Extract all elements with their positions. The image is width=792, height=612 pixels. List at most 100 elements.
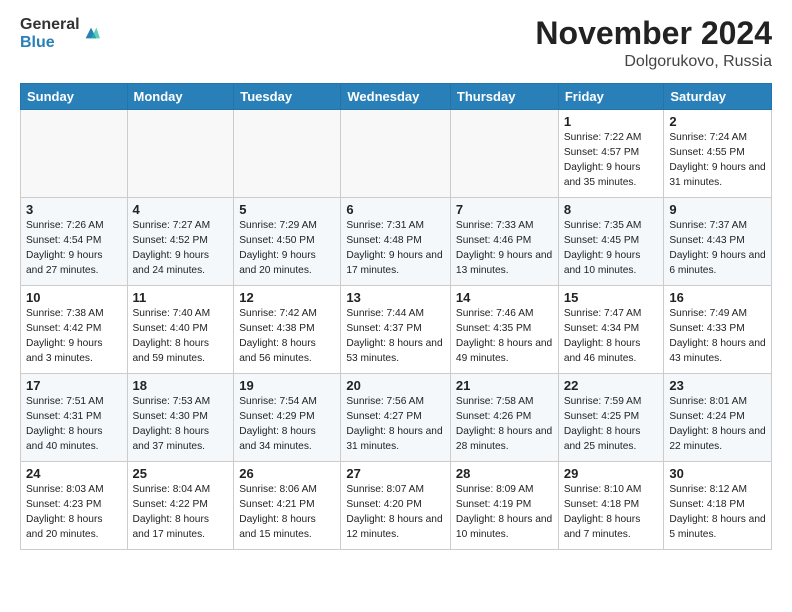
day-info: Sunrise: 7:51 AM Sunset: 4:31 PM Dayligh… (26, 395, 122, 454)
calendar-cell: 11 Sunrise: 7:40 AM Sunset: 4:40 PM Dayli… (127, 286, 234, 374)
day-number: 21 (456, 378, 553, 393)
month-title: November 2024 (535, 16, 772, 51)
calendar-cell (127, 110, 234, 198)
day-info: Sunrise: 8:04 AM Sunset: 4:22 PM Dayligh… (133, 483, 229, 542)
day-number: 28 (456, 466, 553, 481)
logo: General Blue (20, 16, 100, 51)
day-number: 13 (346, 290, 445, 305)
day-info: Sunrise: 7:56 AM Sunset: 4:27 PM Dayligh… (346, 395, 445, 454)
weekday-header-tuesday: Tuesday (234, 84, 341, 110)
day-number: 20 (346, 378, 445, 393)
calendar-cell: 30 Sunrise: 8:12 AM Sunset: 4:18 PM Dayli… (664, 462, 772, 550)
day-number: 25 (133, 466, 229, 481)
title-block: November 2024 Dolgorukovo, Russia (535, 16, 772, 71)
day-info: Sunrise: 7:24 AM Sunset: 4:55 PM Dayligh… (669, 131, 766, 190)
weekday-header-thursday: Thursday (450, 84, 558, 110)
calendar-cell (341, 110, 451, 198)
calendar-cell: 6 Sunrise: 7:31 AM Sunset: 4:48 PM Daylig… (341, 198, 451, 286)
calendar-cell: 9Sunrise: 7:37 AM Sunset: 4:43 PM Daylig… (664, 198, 772, 286)
day-number: 27 (346, 466, 445, 481)
day-info: Sunrise: 8:10 AM Sunset: 4:18 PM Dayligh… (564, 483, 659, 542)
day-info: Sunrise: 7:42 AM Sunset: 4:38 PM Dayligh… (239, 307, 335, 366)
calendar-cell: 13 Sunrise: 7:44 AM Sunset: 4:37 PM Dayli… (341, 286, 451, 374)
day-info: Sunrise: 7:53 AM Sunset: 4:30 PM Dayligh… (133, 395, 229, 454)
calendar-cell: 24 Sunrise: 8:03 AM Sunset: 4:23 PM Dayli… (21, 462, 128, 550)
day-number: 18 (133, 378, 229, 393)
day-info: Sunrise: 7:58 AM Sunset: 4:26 PM Dayligh… (456, 395, 553, 454)
day-info: Sunrise: 7:31 AM Sunset: 4:48 PM Dayligh… (346, 219, 445, 278)
calendar-cell: 27 Sunrise: 8:07 AM Sunset: 4:20 PM Dayli… (341, 462, 451, 550)
day-info: Sunrise: 8:09 AM Sunset: 4:19 PM Dayligh… (456, 483, 553, 542)
day-info: Sunrise: 7:54 AM Sunset: 4:29 PM Dayligh… (239, 395, 335, 454)
calendar-cell: 16Sunrise: 7:49 AM Sunset: 4:33 PM Dayli… (664, 286, 772, 374)
calendar-cell: 15 Sunrise: 7:47 AM Sunset: 4:34 PM Dayli… (558, 286, 664, 374)
day-number: 26 (239, 466, 335, 481)
day-number: 8 (564, 202, 659, 217)
day-info: Sunrise: 7:40 AM Sunset: 4:40 PM Dayligh… (133, 307, 229, 366)
calendar-cell: 29 Sunrise: 8:10 AM Sunset: 4:18 PM Dayli… (558, 462, 664, 550)
calendar-cell: 26 Sunrise: 8:06 AM Sunset: 4:21 PM Dayli… (234, 462, 341, 550)
day-number: 11 (133, 290, 229, 305)
day-number: 5 (239, 202, 335, 217)
day-number: 1 (564, 114, 659, 129)
calendar-cell: 14Sunrise: 7:46 AM Sunset: 4:35 PM Dayli… (450, 286, 558, 374)
day-info: Sunrise: 7:22 AM Sunset: 4:57 PM Dayligh… (564, 131, 659, 190)
day-number: 19 (239, 378, 335, 393)
day-info: Sunrise: 7:33 AM Sunset: 4:46 PM Dayligh… (456, 219, 553, 278)
page: General Blue November 2024 Dolgorukovo, … (0, 0, 792, 612)
calendar-cell: 25 Sunrise: 8:04 AM Sunset: 4:22 PM Dayli… (127, 462, 234, 550)
calendar-cell: 1 Sunrise: 7:22 AM Sunset: 4:57 PM Daylig… (558, 110, 664, 198)
day-info: Sunrise: 8:12 AM Sunset: 4:18 PM Dayligh… (669, 483, 766, 542)
weekday-header-sunday: Sunday (21, 84, 128, 110)
day-info: Sunrise: 7:29 AM Sunset: 4:50 PM Dayligh… (239, 219, 335, 278)
calendar-table: SundayMondayTuesdayWednesdayThursdayFrid… (20, 83, 772, 550)
day-number: 30 (669, 466, 766, 481)
calendar-cell: 17 Sunrise: 7:51 AM Sunset: 4:31 PM Dayli… (21, 374, 128, 462)
calendar-cell (21, 110, 128, 198)
location: Dolgorukovo, Russia (535, 53, 772, 71)
day-info: Sunrise: 7:27 AM Sunset: 4:52 PM Dayligh… (133, 219, 229, 278)
day-info: Sunrise: 7:44 AM Sunset: 4:37 PM Dayligh… (346, 307, 445, 366)
calendar-cell: 12 Sunrise: 7:42 AM Sunset: 4:38 PM Dayli… (234, 286, 341, 374)
day-info: Sunrise: 8:01 AM Sunset: 4:24 PM Dayligh… (669, 395, 766, 454)
day-info: Sunrise: 7:37 AM Sunset: 4:43 PM Dayligh… (669, 219, 766, 278)
day-number: 10 (26, 290, 122, 305)
day-info: Sunrise: 7:59 AM Sunset: 4:25 PM Dayligh… (564, 395, 659, 454)
day-info: Sunrise: 8:06 AM Sunset: 4:21 PM Dayligh… (239, 483, 335, 542)
calendar-cell: 10 Sunrise: 7:38 AM Sunset: 4:42 PM Dayli… (21, 286, 128, 374)
weekday-header-saturday: Saturday (664, 84, 772, 110)
day-number: 4 (133, 202, 229, 217)
day-info: Sunrise: 7:38 AM Sunset: 4:42 PM Dayligh… (26, 307, 122, 366)
weekday-header-wednesday: Wednesday (341, 84, 451, 110)
calendar-cell: 18 Sunrise: 7:53 AM Sunset: 4:30 PM Dayli… (127, 374, 234, 462)
calendar-cell: 2 Sunrise: 7:24 AM Sunset: 4:55 PM Daylig… (664, 110, 772, 198)
day-number: 14 (456, 290, 553, 305)
day-info: Sunrise: 8:07 AM Sunset: 4:20 PM Dayligh… (346, 483, 445, 542)
calendar-cell: 21 Sunrise: 7:58 AM Sunset: 4:26 PM Dayli… (450, 374, 558, 462)
calendar-cell: 4 Sunrise: 7:27 AM Sunset: 4:52 PM Daylig… (127, 198, 234, 286)
calendar-cell: 22 Sunrise: 7:59 AM Sunset: 4:25 PM Dayli… (558, 374, 664, 462)
calendar-cell: 23Sunrise: 8:01 AM Sunset: 4:24 PM Dayli… (664, 374, 772, 462)
day-info: Sunrise: 8:03 AM Sunset: 4:23 PM Dayligh… (26, 483, 122, 542)
calendar-cell (234, 110, 341, 198)
day-number: 24 (26, 466, 122, 481)
calendar-cell: 7 Sunrise: 7:33 AM Sunset: 4:46 PM Daylig… (450, 198, 558, 286)
day-number: 29 (564, 466, 659, 481)
day-number: 22 (564, 378, 659, 393)
day-number: 12 (239, 290, 335, 305)
calendar-cell: 5 Sunrise: 7:29 AM Sunset: 4:50 PM Daylig… (234, 198, 341, 286)
day-number: 16 (669, 290, 766, 305)
weekday-header-monday: Monday (127, 84, 234, 110)
day-number: 15 (564, 290, 659, 305)
day-info: Sunrise: 7:26 AM Sunset: 4:54 PM Dayligh… (26, 219, 122, 278)
header: General Blue November 2024 Dolgorukovo, … (20, 16, 772, 71)
calendar-cell: 20 Sunrise: 7:56 AM Sunset: 4:27 PM Dayli… (341, 374, 451, 462)
day-number: 7 (456, 202, 553, 217)
day-number: 6 (346, 202, 445, 217)
day-info: Sunrise: 7:47 AM Sunset: 4:34 PM Dayligh… (564, 307, 659, 366)
calendar-cell: 8Sunrise: 7:35 AM Sunset: 4:45 PM Daylig… (558, 198, 664, 286)
day-number: 17 (26, 378, 122, 393)
day-number: 2 (669, 114, 766, 129)
logo-icon (82, 24, 100, 42)
calendar-cell: 28 Sunrise: 8:09 AM Sunset: 4:19 PM Dayli… (450, 462, 558, 550)
